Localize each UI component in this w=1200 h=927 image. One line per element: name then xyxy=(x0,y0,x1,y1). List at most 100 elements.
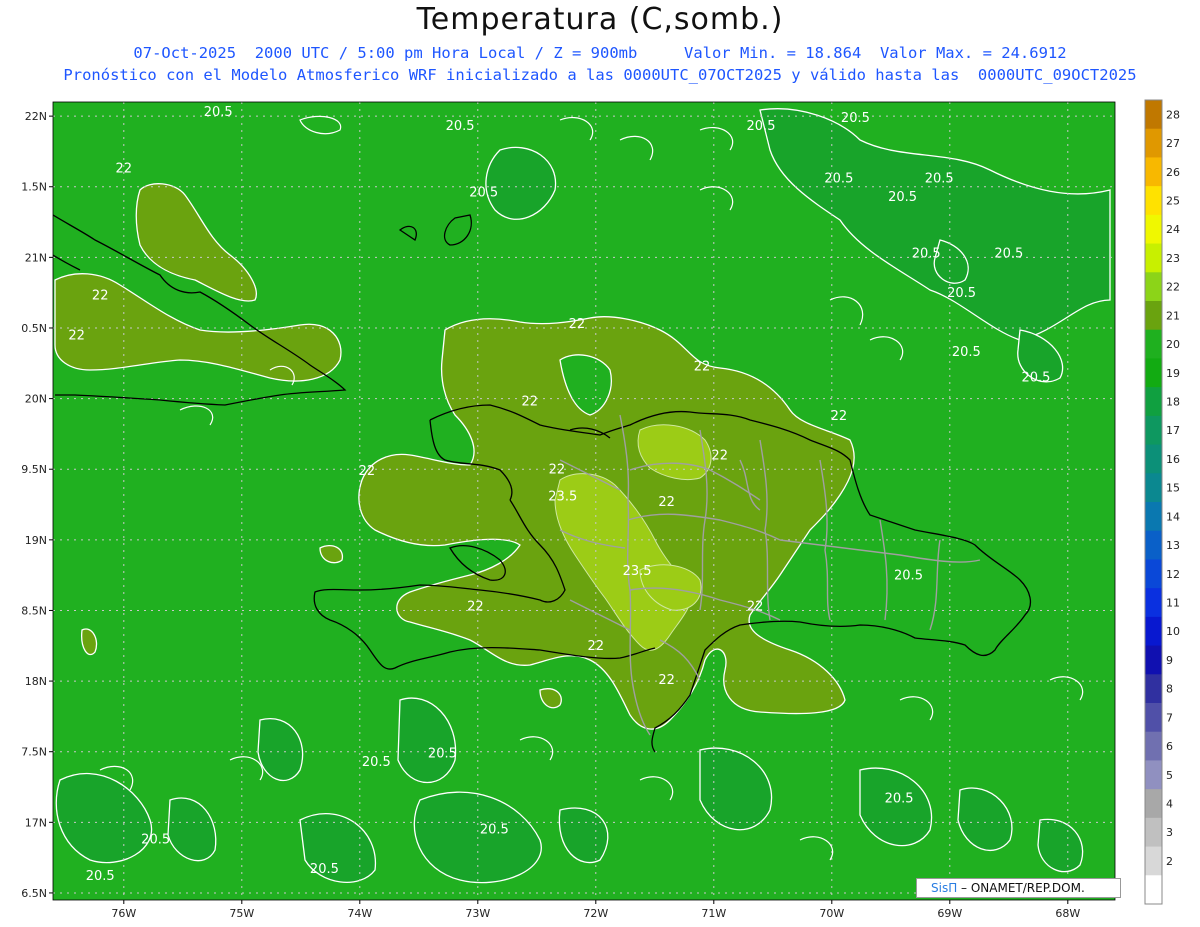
colorbar-label-25: 3 xyxy=(1166,826,1173,839)
colorbar-label-8: 20 xyxy=(1166,338,1180,351)
contour-label-9: 20.5 xyxy=(994,246,1023,261)
colorbar-label-0: 28 xyxy=(1166,108,1180,121)
lat-tick-label-2: 21N xyxy=(25,251,47,264)
contour-label-20: 22 xyxy=(359,464,376,479)
colorbar-swatch-5 xyxy=(1145,243,1162,273)
colorbar-label-20: 8 xyxy=(1166,683,1173,696)
colorbar-swatch-15 xyxy=(1145,530,1162,560)
contour-label-3: 20.5 xyxy=(841,111,870,126)
colorbar-swatch-1 xyxy=(1145,128,1162,158)
colorbar-label-19: 9 xyxy=(1166,654,1173,667)
contour-label-0: 20.5 xyxy=(204,105,233,120)
brand-logo-text: SisΠ xyxy=(931,881,958,895)
lat-tick-label-4: 20N xyxy=(25,393,47,406)
colorbar-swatch-7 xyxy=(1145,301,1162,331)
colorbar-swatch-16 xyxy=(1145,559,1162,589)
lat-tick-label-8: 18N xyxy=(25,675,47,688)
colorbar-swatch-21 xyxy=(1145,703,1162,733)
latitude-axis: 22N 1.5N 21N 0.5N 20N 9.5N 19N 8.5N 18N 7.5N 17N 6.… xyxy=(21,110,53,900)
colorbar-label-22: 6 xyxy=(1166,740,1173,753)
contour-label-28: 23.5 xyxy=(548,489,577,504)
contour-label-2: 20.5 xyxy=(747,119,776,134)
colorbar-swatch-12 xyxy=(1145,444,1162,474)
colorbar-label-23: 5 xyxy=(1166,769,1173,782)
contour-label-13: 22 xyxy=(116,162,133,177)
colorbar-label-5: 23 xyxy=(1166,252,1180,265)
contour-label-34: 20.5 xyxy=(141,833,170,848)
colorbar-swatch-10 xyxy=(1145,387,1162,417)
contour-label-23: 22 xyxy=(658,495,675,510)
colorbar-swatch-8 xyxy=(1145,329,1162,359)
colorbar-label-1: 27 xyxy=(1166,137,1180,150)
lon-tick-label-3: 73W xyxy=(465,907,490,920)
colorbar-label-17: 11 xyxy=(1166,597,1180,610)
colorbar-label-26: 2 xyxy=(1166,855,1173,868)
colorbar-label-10: 18 xyxy=(1166,396,1180,409)
longitude-axis: 76W 75W 74W 73W 72W 71W 70W 69W 68W xyxy=(111,900,1080,920)
colorbar-swatch-26 xyxy=(1145,846,1162,876)
lat-tick-label-9: 7.5N xyxy=(21,746,47,759)
lon-tick-label-5: 71W xyxy=(701,907,726,920)
colorbar-swatch-27 xyxy=(1145,875,1162,905)
colorbar-label-2: 26 xyxy=(1166,166,1180,179)
colorbar-swatch-11 xyxy=(1145,415,1162,446)
contour-label-24: 22 xyxy=(747,599,764,614)
contour-label-10: 20.5 xyxy=(947,286,976,301)
colorbar-label-16: 12 xyxy=(1166,568,1180,581)
colorbar-label-11: 17 xyxy=(1166,424,1180,437)
lat-tick-label-5: 9.5N xyxy=(21,463,47,476)
colorbar-swatch-3 xyxy=(1145,186,1162,216)
contour-label-27: 22 xyxy=(658,673,675,688)
contour-label-6: 20.5 xyxy=(925,172,954,187)
colorbar-swatch-19 xyxy=(1145,645,1162,675)
colorbar-label-13: 15 xyxy=(1166,482,1180,495)
lat-tick-label-7: 8.5N xyxy=(21,604,47,617)
lat-tick-label-11: 6.5N xyxy=(21,887,47,900)
contour-label-12: 20.5 xyxy=(1021,371,1050,386)
lon-tick-label-0: 76W xyxy=(111,907,136,920)
colorbar-label-6: 22 xyxy=(1166,281,1180,294)
contour-label-35: 20.5 xyxy=(310,862,339,877)
colorbar-swatch-20 xyxy=(1145,674,1162,704)
credit-text: – ONAMET/REP.DOM. xyxy=(957,881,1085,895)
contour-label-29: 23.5 xyxy=(623,564,652,579)
credit-box: SisΠ – ONAMET/REP.DOM. xyxy=(916,878,1121,898)
colorbar-swatch-0 xyxy=(1145,100,1162,130)
colorbar-swatch-6 xyxy=(1145,272,1162,302)
colorbar-swatch-24 xyxy=(1145,789,1162,819)
colorbar-label-4: 24 xyxy=(1166,223,1180,236)
lon-tick-label-4: 72W xyxy=(583,907,608,920)
colorbar-swatch-23 xyxy=(1145,760,1162,790)
contour-label-7: 20.5 xyxy=(888,190,917,205)
colorbar-swatch-18 xyxy=(1145,616,1162,647)
contour-label-18: 22 xyxy=(694,359,711,374)
lon-tick-label-8: 68W xyxy=(1055,907,1080,920)
colorbar: 2827262524232221201918171615141312111098… xyxy=(1144,99,1180,905)
contour-label-16: 22 xyxy=(569,317,586,332)
contour-label-15: 22 xyxy=(68,328,85,343)
contour-label-11: 20.5 xyxy=(952,345,981,360)
contour-label-5: 20.5 xyxy=(824,172,853,187)
temperature-map: 20.5 20.5 20.5 20.5 20.5 20.5 20.5 20.5 20.5 20.5… xyxy=(21,99,1180,920)
contour-label-17: 22 xyxy=(521,395,538,410)
contour-label-31: 20.5 xyxy=(428,746,457,761)
lon-tick-label-2: 74W xyxy=(347,907,372,920)
colorbar-swatch-14 xyxy=(1145,502,1162,532)
colorbar-swatch-17 xyxy=(1145,588,1162,618)
contour-label-37: 20.5 xyxy=(894,568,923,583)
contour-label-14: 22 xyxy=(92,289,109,304)
colorbar-label-3: 25 xyxy=(1166,195,1180,208)
colorbar-label-12: 16 xyxy=(1166,453,1180,466)
contour-label-33: 20.5 xyxy=(480,823,509,838)
contour-label-4: 20.5 xyxy=(469,186,498,201)
contour-label-1: 20.5 xyxy=(446,119,475,134)
lon-tick-label-1: 75W xyxy=(229,907,254,920)
colorbar-label-14: 14 xyxy=(1166,510,1180,523)
lon-tick-label-6: 70W xyxy=(819,907,844,920)
contour-label-21: 22 xyxy=(549,462,566,477)
contour-label-22: 22 xyxy=(711,448,728,463)
contour-label-8: 20.5 xyxy=(912,246,941,261)
colorbar-label-15: 13 xyxy=(1166,539,1180,552)
contour-label-25: 22 xyxy=(467,599,484,614)
colorbar-label-24: 4 xyxy=(1166,798,1173,811)
